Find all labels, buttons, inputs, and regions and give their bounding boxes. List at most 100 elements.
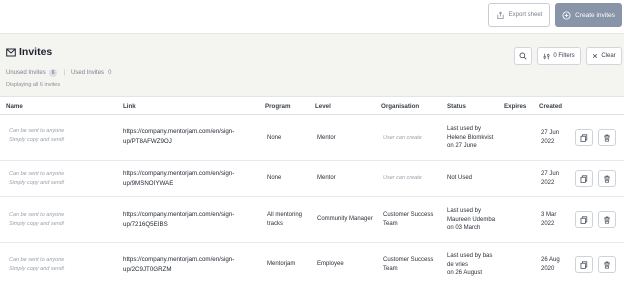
created-line-1: 27 Jun [541, 130, 560, 136]
invite-link[interactable]: https://company.mentorjam.com/en/sign- u… [123, 255, 234, 275]
organisation-cell: User can create [383, 174, 422, 183]
status-cell: Not Used [447, 174, 472, 183]
created-cell: 26 Aug 2020 [541, 256, 560, 273]
created-cell: 27 Jun 2022 [541, 170, 559, 187]
tab-unused-invites[interactable]: Unused Invites 6 [6, 69, 58, 77]
status-line-3: on 27 June [447, 143, 477, 149]
level-cell: Community Manager [317, 216, 373, 222]
trash-icon [604, 134, 610, 142]
invite-link-line-1: https://company.mentorjam.com/en/sign- [123, 211, 235, 218]
close-icon [593, 53, 598, 59]
invite-tabs: Unused Invites 6 | Used Invites 0 [6, 69, 111, 77]
invite-link[interactable]: https://company.mentorjam.com/en/sign- u… [123, 169, 234, 189]
created-line-1: 27 Jun [541, 171, 560, 177]
filter-icon [543, 53, 550, 59]
plus-icon [562, 10, 571, 20]
invite-link-line-2: up/9MSNOIYWAE [123, 180, 174, 187]
copy-link-button[interactable] [575, 211, 593, 228]
created-line-1: 26 Aug [541, 257, 560, 263]
create-invites-label: Create invites [575, 11, 615, 19]
column-header-name: Name [6, 103, 23, 110]
invite-link-line-2: up/PT8AFWZ9OJ [123, 138, 172, 145]
trash-icon [604, 175, 610, 183]
level-cell: Mentor [317, 175, 336, 181]
program-cell: Mentorjam [267, 260, 295, 269]
status-line-3: on 03 March [447, 225, 481, 231]
search-button[interactable] [514, 47, 532, 65]
status-cell: Last used by bas de vries on 26 August [447, 252, 492, 278]
unused-count-badge: 6 [48, 69, 58, 77]
status-line-2: Helene Blomkvist [447, 134, 494, 141]
created-line-2: 2022 [541, 220, 555, 227]
trash-icon [604, 216, 610, 224]
results-count-text: Displaying all 6 invites [6, 82, 61, 88]
status-line-1: Last used by [447, 208, 482, 214]
copy-icon [580, 133, 588, 142]
invite-link-line-1: https://company.mentorjam.com/en/sign- [123, 256, 235, 263]
status-line-2: de vries [447, 261, 469, 268]
column-header-level: Level [315, 103, 331, 110]
column-header-created: Created [539, 103, 563, 110]
organisation-cell: Customer Success Team [383, 211, 433, 228]
created-cell: 3 Mar 2022 [541, 211, 556, 228]
create-invites-button[interactable]: Create invites [555, 3, 622, 27]
status-line-1: Last used by bas [447, 253, 493, 259]
program-cell: All mentoring tracks [267, 211, 302, 228]
organisation-line-1: Customer Success [383, 257, 434, 263]
export-sheet-label: Export sheet [508, 12, 543, 18]
copy-link-button[interactable] [575, 170, 593, 187]
status-line-1: Last used by [447, 126, 482, 132]
clear-button[interactable]: Clear [586, 47, 622, 65]
hint-line-1: Can be sent to anyone [9, 257, 65, 263]
organisation-line-1: User can create [383, 135, 422, 141]
organisation-line-2: Team [383, 265, 398, 272]
invite-link[interactable]: https://company.mentorjam.com/en/sign- u… [123, 210, 234, 230]
copy-link-button[interactable] [575, 129, 593, 146]
status-line-1: Not Used [447, 175, 473, 181]
organisation-line-2: Team [383, 220, 398, 227]
status-cell: Last used by Maureen Udemba on 03 March [447, 207, 495, 233]
hint-line-1: Can be sent to anyone [9, 128, 65, 134]
program-cell: None [267, 134, 281, 143]
delete-invite-button[interactable] [598, 256, 616, 273]
organisation-line-1: Customer Success [383, 212, 434, 218]
program-cell: None [267, 174, 281, 183]
main-content: Invites 0 Filters Clear Unused Invites 6 … [0, 34, 624, 284]
copy-link-button[interactable] [575, 256, 593, 273]
organisation-line-1: User can create [383, 175, 422, 181]
filters-button[interactable]: 0 Filters [537, 47, 581, 65]
table-row: Can be sent to anyone Simply copy and se… [0, 243, 624, 284]
row-hint: Can be sent to anyone Simply copy and se… [9, 170, 64, 188]
created-line-1: 3 Mar [541, 212, 557, 218]
row-hint: Can be sent to anyone Simply copy and se… [9, 211, 64, 229]
tab-separator: | [63, 70, 66, 76]
tab-used-invites[interactable]: Used Invites 0 [71, 70, 111, 76]
delete-invite-button[interactable] [598, 211, 616, 228]
delete-invite-button[interactable] [598, 170, 616, 187]
delete-invite-button[interactable] [598, 129, 616, 146]
column-header-organisation: Organisation [381, 103, 420, 110]
tab-used-label: Used Invites [71, 70, 105, 76]
search-icon [519, 52, 527, 60]
table-row: Can be sent to anyone Simply copy and se… [0, 115, 624, 161]
program-line-2: tracks [267, 220, 284, 227]
row-hint: Can be sent to anyone Simply copy and se… [9, 127, 64, 145]
invite-link-line-2: up/7216Q5EIBS [123, 221, 168, 228]
page-title-group: Invites [6, 46, 52, 58]
invite-link-line-2: up/2C9JT0GRZM [123, 266, 172, 273]
status-cell: Last used by Helene Blomkvist on 27 June [447, 125, 493, 151]
invite-link-line-1: https://company.mentorjam.com/en/sign- [123, 128, 235, 135]
created-cell: 27 Jun 2022 [541, 129, 559, 146]
invite-link[interactable]: https://company.mentorjam.com/en/sign- u… [123, 127, 234, 147]
organisation-cell: User can create [383, 134, 422, 143]
filters-label: 0 Filters [553, 53, 575, 59]
copy-icon [580, 260, 588, 269]
organisation-cell: Customer Success Team [383, 256, 433, 273]
envelope-icon [6, 48, 16, 56]
invites-table: Name Link Program Level Organisation Sta… [0, 96, 624, 284]
created-line-2: 2022 [541, 179, 555, 186]
export-sheet-button[interactable]: Export sheet [488, 3, 550, 27]
column-header-status: Status [447, 103, 466, 110]
table-row: Can be sent to anyone Simply copy and se… [0, 161, 624, 197]
column-header-program: Program [265, 103, 291, 110]
